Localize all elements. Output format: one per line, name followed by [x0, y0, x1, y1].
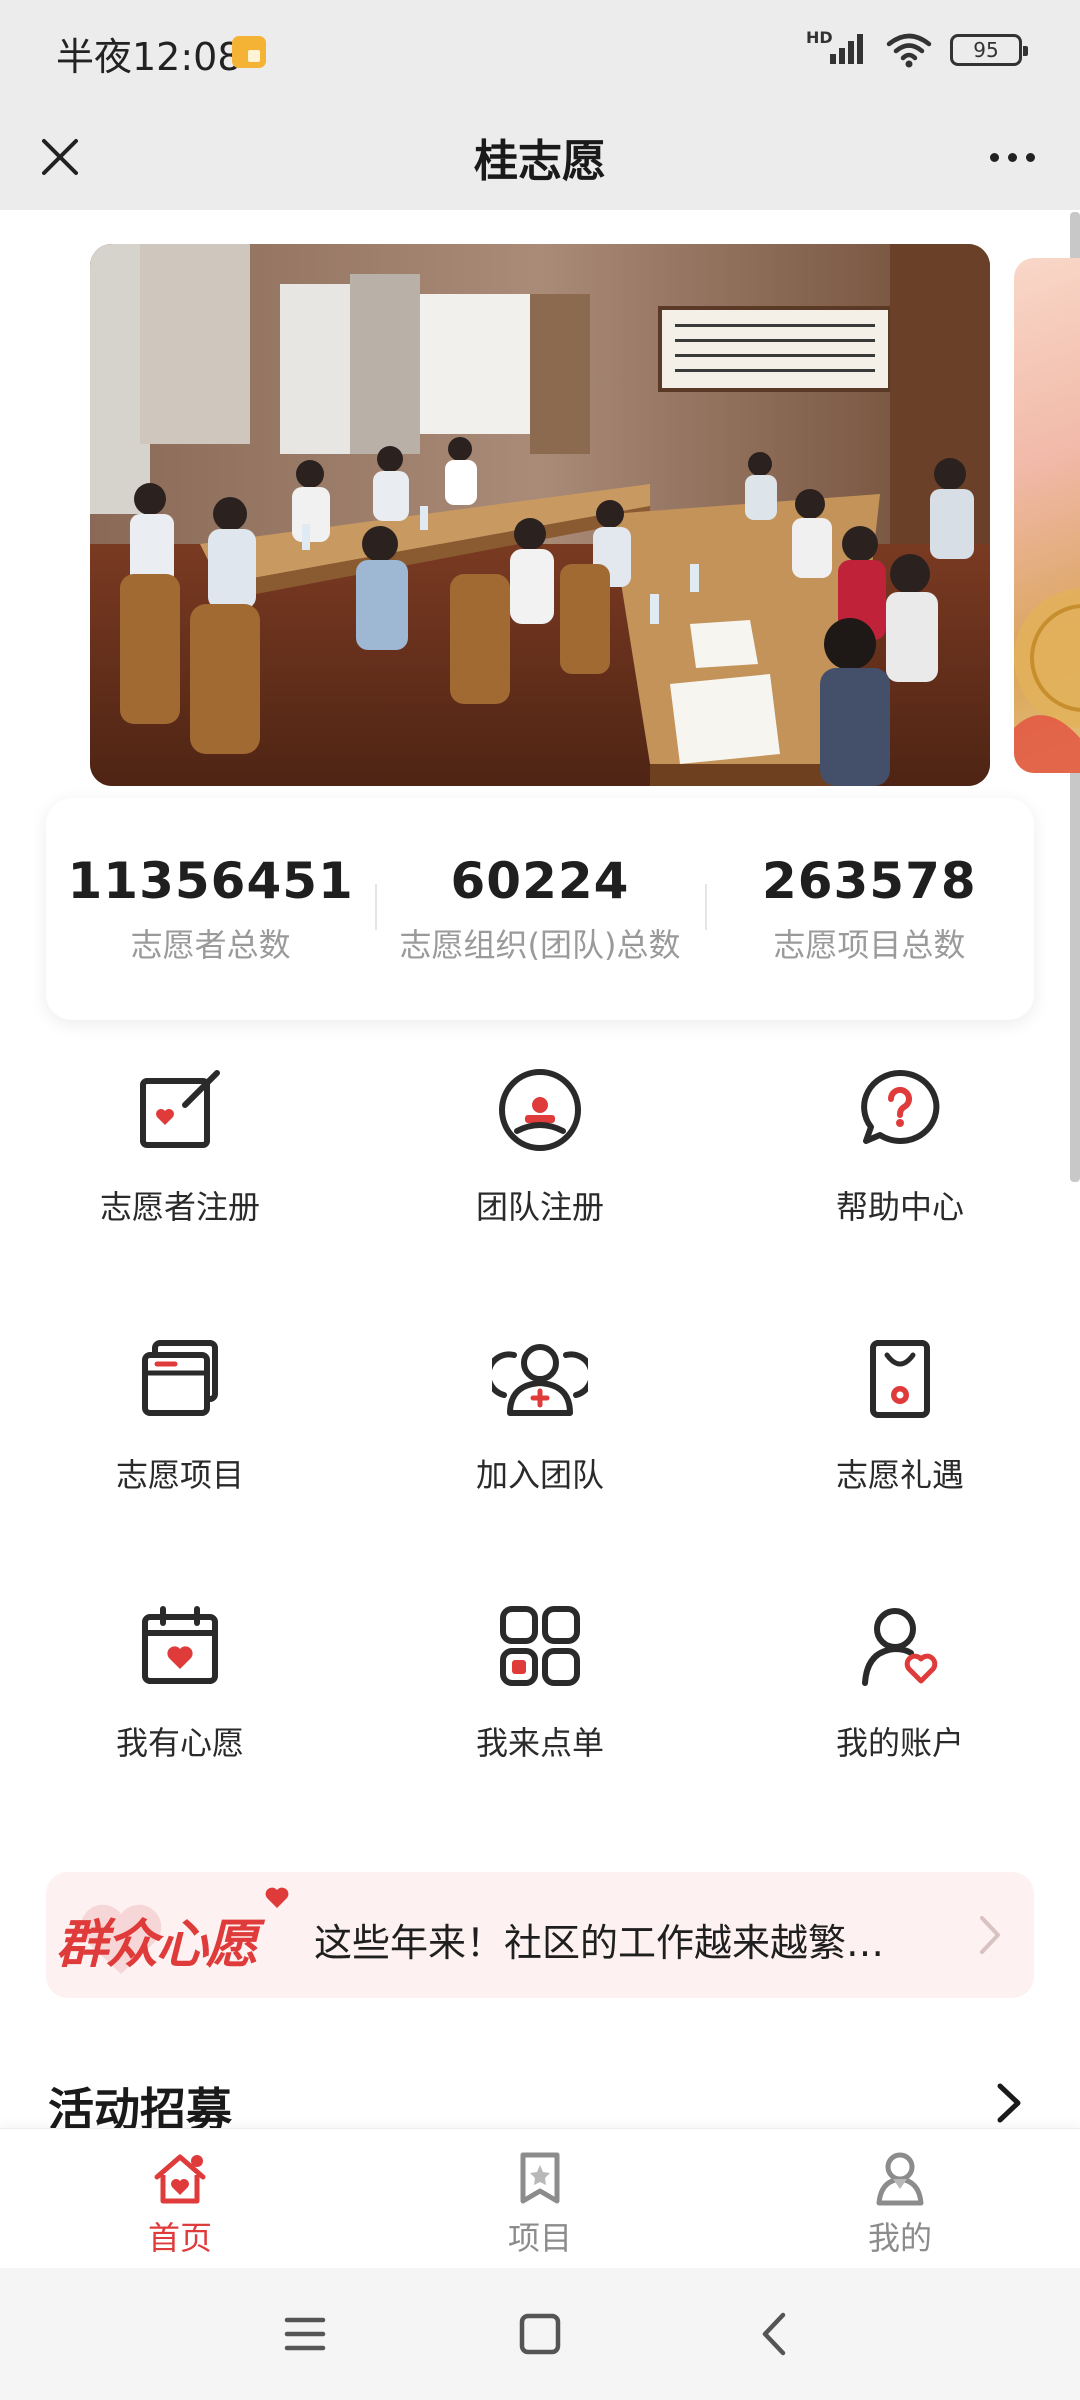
tab-projects[interactable]: 项目 [360, 2129, 720, 2268]
apps-grid-icon [490, 1596, 590, 1696]
notice-text: 这些年来！社区的工作越来越繁… [314, 1921, 885, 1965]
heart-icon [265, 1887, 289, 1908]
square-icon [519, 2313, 561, 2355]
more-dots-icon [989, 152, 999, 162]
chevron-right-icon [980, 1916, 1000, 1954]
project-window-icon [130, 1328, 230, 1428]
grid-label: 志愿礼遇 [835, 1456, 964, 1494]
status-icons: HD 95 [806, 28, 1028, 68]
network-type-label: HD [806, 28, 833, 47]
stat-value: 263578 [761, 852, 977, 910]
grid-my-wish[interactable]: 我有心愿 [30, 1596, 330, 1796]
grid-label: 团队注册 [475, 1188, 604, 1226]
grid-label: 志愿者注册 [99, 1188, 260, 1226]
calendar-heart-icon [130, 1596, 230, 1696]
system-navigation-bar [0, 2268, 1080, 2400]
project-badge-icon [520, 2152, 560, 2204]
stat-volunteers: 11356451 志愿者总数 [46, 798, 375, 1020]
grid-label: 我来点单 [475, 1724, 604, 1762]
join-team-icon [490, 1328, 590, 1428]
grid-place-order[interactable]: 我来点单 [390, 1596, 690, 1796]
page-title: 桂志愿 [474, 136, 606, 187]
stat-projects: 263578 志愿项目总数 [704, 798, 1034, 1020]
register-edit-icon [130, 1060, 230, 1160]
grid-label: 加入团队 [475, 1456, 604, 1494]
grid-join-team[interactable]: 加入团队 [390, 1328, 690, 1528]
team-stamp-icon [490, 1060, 590, 1160]
public-wish-notice[interactable]: 群众心愿 这些年来！社区的工作越来越繁… [46, 1872, 1034, 1998]
grid-label: 我的账户 [835, 1724, 964, 1762]
grid-volunteer-benefits[interactable]: 志愿礼遇 [750, 1328, 1050, 1528]
more-button[interactable] [972, 125, 1052, 189]
banner-next-slide[interactable] [1014, 258, 1080, 773]
grid-volunteer-projects[interactable]: 志愿项目 [30, 1328, 330, 1528]
user-heart-icon [850, 1596, 950, 1696]
stat-organizations: 60224 志愿组织(团队)总数 [375, 798, 704, 1020]
notification-icon [232, 36, 266, 68]
banner-image [90, 244, 990, 786]
menu-button[interactable] [270, 2304, 340, 2364]
grid-help-center[interactable]: 帮助中心 [750, 1060, 1050, 1260]
banner-next-image [1014, 588, 1080, 773]
stat-label: 志愿项目总数 [773, 926, 966, 964]
back-arrow-icon [762, 2312, 786, 2356]
status-time: 半夜12:08 [56, 35, 242, 79]
gift-bag-icon [850, 1328, 950, 1428]
grid-my-account[interactable]: 我的账户 [750, 1596, 1050, 1796]
stat-label: 志愿组织(团队)总数 [399, 926, 681, 964]
battery-level: 95 [973, 38, 999, 62]
stats-card: 11356451 志愿者总数 60224 志愿组织(团队)总数 263578 志… [46, 798, 1034, 1020]
stat-value: 11356451 [67, 852, 354, 910]
notice-brand-logo: 群众心愿 [56, 1915, 258, 1975]
grid-volunteer-register[interactable]: 志愿者注册 [30, 1060, 330, 1260]
wifi-icon [886, 33, 932, 68]
tab-label: 我的 [867, 2219, 932, 2257]
grid-label: 志愿项目 [115, 1456, 244, 1494]
banner-slide[interactable] [90, 244, 990, 786]
tab-mine[interactable]: 我的 [720, 2129, 1080, 2268]
bottom-tab-bar: 首页 项目 我的 [0, 2128, 1080, 2268]
stat-label: 志愿者总数 [130, 926, 291, 964]
chevron-right-icon[interactable] [988, 2078, 1028, 2128]
back-button[interactable] [740, 2304, 810, 2364]
grid-label: 我有心愿 [115, 1724, 244, 1762]
battery-indicator: 95 [950, 34, 1028, 66]
grid-label: 帮助中心 [835, 1188, 964, 1226]
signal-icon: HD [806, 28, 868, 68]
home-nav-button[interactable] [505, 2304, 575, 2364]
home-icon [154, 2154, 206, 2204]
help-question-icon [850, 1060, 950, 1160]
user-icon [876, 2152, 924, 2206]
status-bar: 半夜12:08 HD 95 [0, 0, 1080, 105]
stat-value: 60224 [450, 852, 630, 910]
grid-team-register[interactable]: 团队注册 [390, 1060, 690, 1260]
tab-home[interactable]: 首页 [0, 2129, 360, 2268]
menu-icon [284, 2317, 326, 2351]
tab-label: 首页 [147, 2219, 212, 2257]
title-bar: 桂志愿 [0, 105, 1080, 210]
tab-label: 项目 [507, 2219, 572, 2257]
